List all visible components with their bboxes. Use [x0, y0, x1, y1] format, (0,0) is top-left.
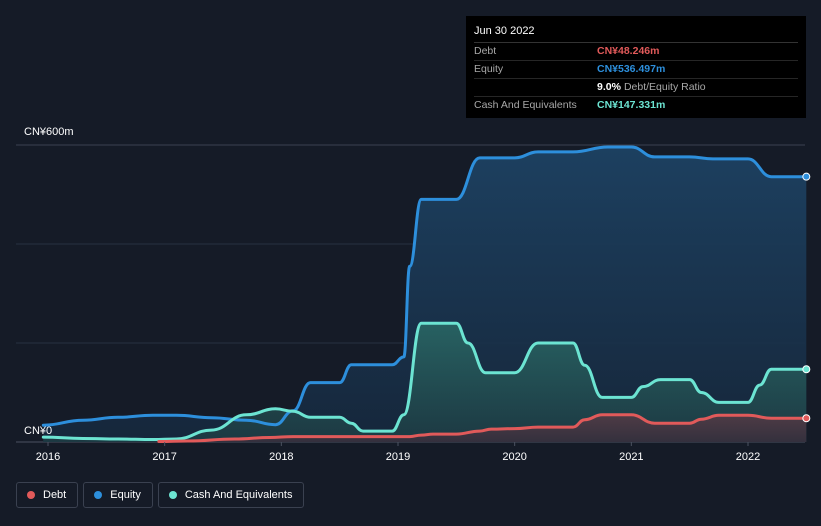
y-tick-label: CN¥600m [24, 126, 74, 138]
legend-item-debt[interactable]: Debt [16, 482, 79, 508]
x-tick-label: 2018 [269, 451, 293, 463]
x-tick-label: 2016 [36, 451, 60, 463]
tooltip-row-ratio: 9.0% Debt/Equity Ratio [474, 79, 798, 97]
tooltip-label: Debt [474, 45, 497, 57]
tooltip-row-equity: Equity CN¥536.497m [474, 61, 798, 79]
legend-label: Equity [110, 489, 141, 501]
equity-end-point [802, 172, 811, 181]
legend-dot-icon [168, 491, 177, 499]
tooltip-row-cash: Cash And Equivalents CN¥147.331m [474, 97, 798, 114]
chart-legend: Debt Equity Cash And Equivalents [16, 482, 305, 508]
x-tick-label: 2022 [736, 451, 760, 463]
tooltip-row-debt: Debt CN¥48.246m [474, 43, 798, 61]
y-tick-label: CN¥0 [24, 425, 52, 437]
series-areas [43, 147, 807, 442]
cash-and-equivalents-end-point [802, 365, 811, 374]
tooltip-date: Jun 30 2022 [474, 24, 798, 43]
ratio-caption: Debt/Equity Ratio [623, 81, 706, 93]
tooltip-panel: Jun 30 2022 Debt CN¥48.246m Equity CN¥53… [466, 16, 806, 118]
legend-label: Debt [43, 489, 67, 501]
tooltip-label: Cash And Equivalents [474, 99, 577, 111]
legend-dot-icon [94, 491, 103, 499]
x-tick-label: 2020 [502, 451, 526, 463]
tooltip-label: Equity [474, 63, 504, 75]
x-tick-label: 2019 [386, 451, 410, 463]
tooltip-value-ratio: 9.0% Debt/Equity Ratio [597, 79, 706, 96]
tooltip-value-cash: CN¥147.331m [597, 99, 666, 111]
tooltip-label [474, 79, 597, 96]
legend-label: Cash And Equivalents [184, 489, 293, 501]
debt-end-point [802, 414, 811, 423]
tooltip-value-debt: CN¥48.246m [597, 45, 660, 57]
legend-item-cash[interactable]: Cash And Equivalents [157, 482, 305, 508]
legend-item-equity[interactable]: Equity [83, 482, 153, 508]
tooltip-value-equity: CN¥536.497m [597, 63, 666, 75]
x-tick-label: 2021 [619, 451, 643, 463]
legend-dot-icon [27, 491, 35, 499]
x-tick-label: 2017 [152, 451, 176, 463]
ratio-value: 9.0% [597, 81, 621, 93]
